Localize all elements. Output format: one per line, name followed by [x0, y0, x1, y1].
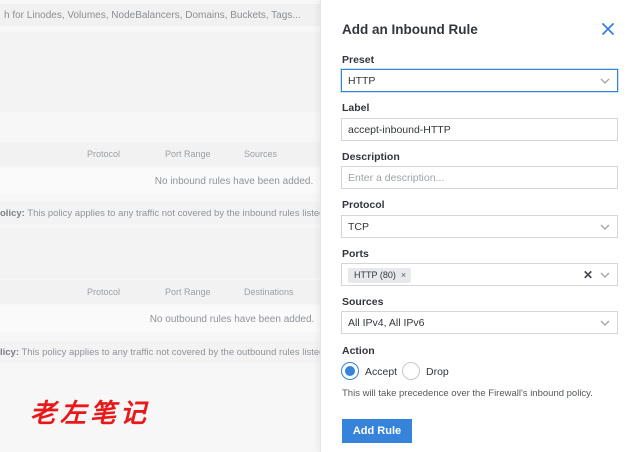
chip-remove-icon[interactable]: × — [401, 270, 406, 280]
column-protocol: Protocol — [87, 149, 121, 159]
inbound-empty-message: No inbound rules have been added. — [0, 168, 320, 194]
watermark: 老左笔记 — [30, 399, 151, 429]
inbound-policy-label: olicy: — [0, 208, 25, 219]
preset-label: Preset — [342, 54, 375, 66]
drawer-title: Add an Inbound Rule — [342, 22, 478, 37]
outbound-empty-message: No outbound rules have been added. — [0, 306, 320, 332]
chevron-down-icon — [600, 224, 610, 230]
preset-value: HTTP — [348, 75, 376, 87]
outbound-table-header: Protocol Port Range Destinations — [0, 280, 320, 304]
inbound-policy-row: olicy: This policy applies to any traffi… — [0, 202, 320, 224]
sources-label: Sources — [342, 296, 384, 308]
close-button[interactable] — [599, 20, 617, 38]
protocol-select[interactable]: TCP — [341, 215, 618, 238]
outbound-policy-label: licy: — [0, 347, 20, 358]
add-inbound-rule-drawer: Add an Inbound Rule Preset HTTP Label ac… — [320, 0, 628, 452]
accept-radio-label[interactable]: Accept — [365, 366, 397, 378]
label-field-label: Label — [342, 102, 370, 114]
drop-radio-label[interactable]: Drop — [426, 366, 449, 378]
description-input[interactable]: Enter a description... — [341, 166, 618, 189]
port-chip-label: HTTP (80) — [354, 270, 396, 280]
chevron-down-icon — [600, 320, 610, 326]
ports-label: Ports — [342, 248, 369, 260]
background-page: h for Linodes, Volumes, NodeBalancers, D… — [0, 0, 320, 452]
outbound-policy-text: This policy applies to any traffic not c… — [19, 347, 320, 358]
sources-select[interactable]: All IPv4, All IPv6 — [341, 311, 618, 334]
column-port-range: Port Range — [165, 287, 211, 297]
inbound-policy-text: This policy applies to any traffic not c… — [24, 208, 320, 219]
column-sources: Sources — [244, 149, 278, 159]
protocol-value: TCP — [348, 221, 369, 233]
label-input[interactable]: accept-inbound-HTTP — [341, 118, 618, 141]
column-port-range: Port Range — [165, 149, 211, 159]
spacer — [0, 112, 320, 142]
outbound-section-header — [0, 228, 320, 278]
label-value: accept-inbound-HTTP — [348, 124, 451, 136]
sources-value: All IPv4, All IPv6 — [348, 317, 425, 329]
action-note: This will take precedence over the Firew… — [342, 388, 593, 399]
inbound-table-header: Protocol Port Range Sources — [0, 142, 320, 166]
description-placeholder: Enter a description... — [348, 172, 445, 184]
close-icon — [602, 23, 614, 35]
column-destinations: Destinations — [244, 287, 294, 297]
preset-select[interactable]: HTTP — [341, 69, 618, 92]
global-search-input[interactable]: h for Linodes, Volumes, NodeBalancers, D… — [0, 4, 320, 26]
add-rule-button[interactable]: Add Rule — [342, 419, 412, 443]
inbound-section-header — [0, 32, 320, 112]
outbound-policy-row: licy: This policy applies to any traffic… — [0, 341, 320, 363]
column-protocol: Protocol — [87, 287, 121, 297]
action-label: Action — [342, 345, 375, 357]
protocol-label: Protocol — [342, 199, 385, 211]
port-chip: HTTP (80) × — [348, 268, 412, 283]
description-label: Description — [342, 151, 400, 163]
chevron-down-icon — [600, 272, 610, 278]
drop-radio[interactable] — [402, 362, 420, 380]
accept-radio[interactable] — [341, 362, 359, 380]
action-radio-group: Accept Drop — [341, 362, 601, 382]
clear-icon[interactable]: ✕ — [583, 268, 593, 282]
ports-multiselect[interactable]: HTTP (80) × ✕ — [341, 263, 618, 286]
chevron-down-icon — [600, 78, 610, 84]
